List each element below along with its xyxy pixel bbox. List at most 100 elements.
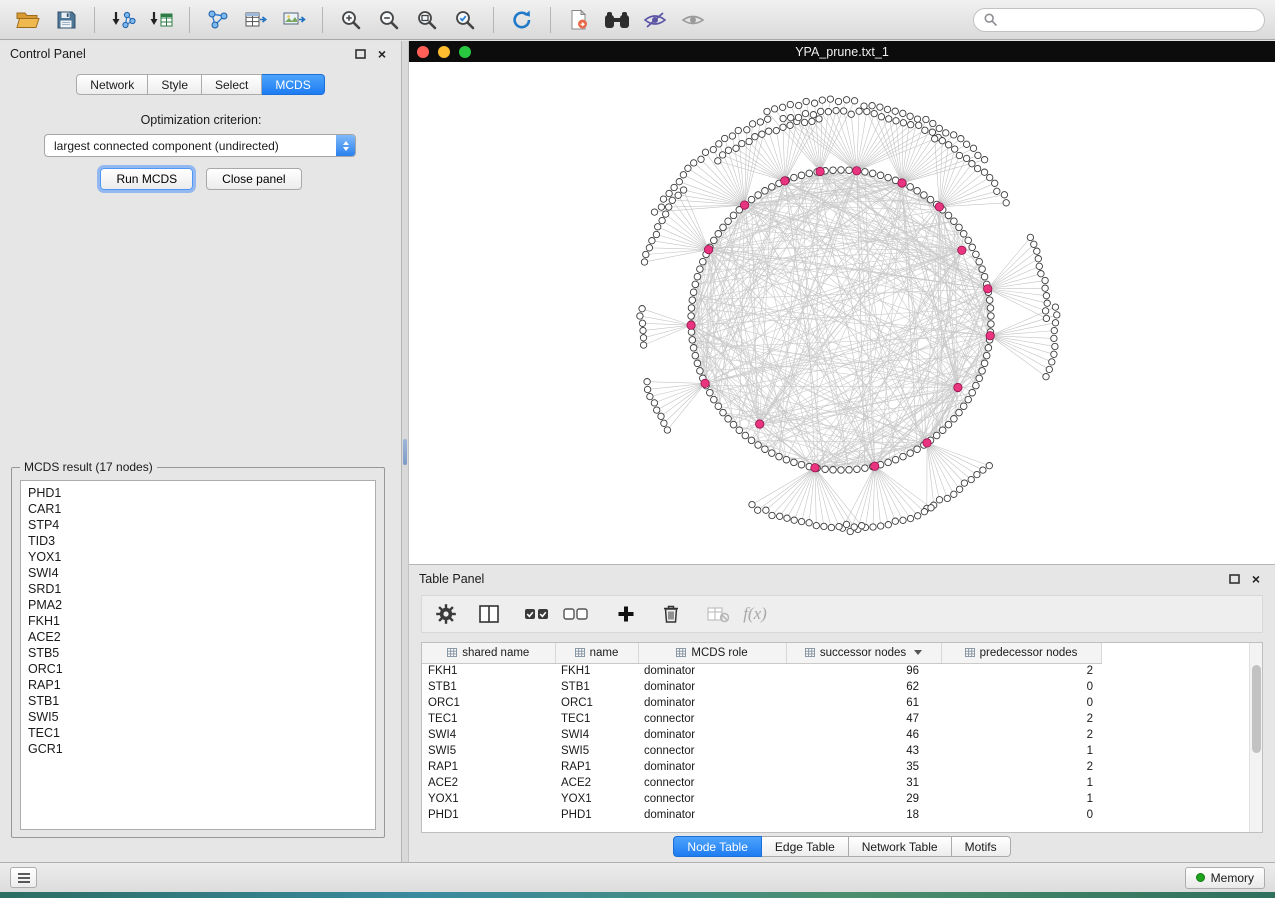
import-network-file-button[interactable] <box>105 5 141 35</box>
panel-splitter[interactable] <box>402 41 409 862</box>
mcds-node-item[interactable]: STB1 <box>28 693 368 709</box>
tab-node-table[interactable]: Node Table <box>673 836 762 857</box>
create-column-button[interactable] <box>614 601 638 627</box>
refresh-layout-button[interactable] <box>504 5 540 35</box>
network-titlebar: YPA_prune.txt_1 <box>409 41 1275 62</box>
table-row[interactable]: TEC1TEC1connector472 <box>422 711 1101 727</box>
mcds-node-item[interactable]: SWI4 <box>28 565 368 581</box>
mcds-node-item[interactable]: FKH1 <box>28 613 368 629</box>
search-network-button[interactable] <box>599 5 635 35</box>
mcds-node-item[interactable]: PHD1 <box>28 485 368 501</box>
mcds-node-item[interactable]: ACE2 <box>28 629 368 645</box>
mcds-node-item[interactable]: STP4 <box>28 517 368 533</box>
float-table-panel-icon[interactable] <box>1225 571 1243 587</box>
network-canvas[interactable] <box>409 62 1275 564</box>
mcds-node-item[interactable]: TEC1 <box>28 725 368 741</box>
table-row[interactable]: STB1STB1dominator620 <box>422 679 1101 695</box>
new-network-button[interactable] <box>200 5 236 35</box>
table-row[interactable]: PHD1PHD1dominator180 <box>422 807 1101 823</box>
export-table-button[interactable] <box>238 5 274 35</box>
close-table-panel-icon[interactable]: × <box>1247 571 1265 587</box>
mcds-node-item[interactable]: STB5 <box>28 645 368 661</box>
control-panel-tabs: Network Style Select MCDS <box>0 74 401 95</box>
network-view-window: YPA_prune.txt_1 <box>409 41 1275 564</box>
mcds-node-item[interactable]: TID3 <box>28 533 368 549</box>
tab-select[interactable]: Select <box>202 74 262 95</box>
toolbar-separator <box>189 7 190 33</box>
task-history-button[interactable] <box>10 867 37 888</box>
optimization-criterion-label: Optimization criterion: <box>0 113 402 127</box>
table-row[interactable]: ORC1ORC1dominator610 <box>422 695 1101 711</box>
zoom-in-button[interactable] <box>333 5 369 35</box>
open-file-button[interactable] <box>10 5 46 35</box>
gear-icon <box>435 603 457 625</box>
trash-icon <box>662 604 680 624</box>
close-panel-icon[interactable]: × <box>373 46 391 62</box>
column-header-mcds-role[interactable]: MCDS role <box>638 643 786 663</box>
zoom-in-icon <box>340 9 362 31</box>
mcds-buttons: Run MCDS Close panel <box>0 168 402 190</box>
zoom-out-button[interactable] <box>371 5 407 35</box>
save-session-button[interactable] <box>48 5 84 35</box>
toolbar-separator <box>493 7 494 33</box>
toolbar-separator <box>94 7 95 33</box>
document-share-icon <box>569 9 589 31</box>
delete-column-button[interactable] <box>659 601 683 627</box>
search-input[interactable] <box>1004 13 1254 27</box>
export-document-button[interactable] <box>561 5 597 35</box>
column-header-name[interactable]: name <box>555 643 638 663</box>
search-field[interactable] <box>973 8 1265 32</box>
export-image-button[interactable] <box>276 5 312 35</box>
minimize-window-icon[interactable] <box>438 46 450 58</box>
tab-network-table[interactable]: Network Table <box>849 836 952 857</box>
tab-network[interactable]: Network <box>76 74 148 95</box>
table-row[interactable]: ACE2ACE2connector311 <box>422 775 1101 791</box>
node-table: shared name name MCDS role successor nod… <box>422 643 1102 823</box>
zoom-fit-button[interactable] <box>409 5 445 35</box>
mcds-node-item[interactable]: SWI5 <box>28 709 368 725</box>
table-scrollbar[interactable] <box>1249 643 1262 832</box>
tab-edge-table[interactable]: Edge Table <box>762 836 849 857</box>
node-table-container: shared name name MCDS role successor nod… <box>421 642 1263 833</box>
mcds-node-item[interactable]: RAP1 <box>28 677 368 693</box>
float-panel-icon[interactable] <box>351 46 369 62</box>
table-scrollbar-thumb[interactable] <box>1252 665 1261 753</box>
mcds-node-item[interactable]: PMA2 <box>28 597 368 613</box>
tab-style[interactable]: Style <box>148 74 202 95</box>
status-bar: Memory <box>0 862 1275 892</box>
run-mcds-button[interactable]: Run MCDS <box>100 168 193 190</box>
mcds-node-item[interactable]: SRD1 <box>28 581 368 597</box>
maximize-window-icon[interactable] <box>459 46 471 58</box>
splitter-grip[interactable] <box>403 439 407 465</box>
import-table-file-button[interactable] <box>143 5 179 35</box>
close-panel-button[interactable]: Close panel <box>206 168 301 190</box>
mcds-node-item[interactable]: ORC1 <box>28 661 368 677</box>
column-header-successor-nodes[interactable]: successor nodes <box>786 643 941 663</box>
tab-motifs[interactable]: Motifs <box>952 836 1011 857</box>
tab-mcds[interactable]: MCDS <box>262 74 324 95</box>
zoom-selected-button[interactable] <box>447 5 483 35</box>
table-row[interactable]: SWI4SWI4dominator462 <box>422 727 1101 743</box>
node-table-body: FKH1FKH1dominator962STB1STB1dominator620… <box>422 663 1101 823</box>
mcds-result-title: MCDS result (17 nodes) <box>20 460 157 474</box>
mcds-node-item[interactable]: CAR1 <box>28 501 368 517</box>
table-toolbar: f(x) <box>421 595 1263 633</box>
close-window-icon[interactable] <box>417 46 429 58</box>
search-icon <box>984 13 997 26</box>
select-all-rows-button[interactable] <box>524 601 550 627</box>
hide-selected-button[interactable] <box>637 5 673 35</box>
deselect-all-rows-button[interactable] <box>563 601 589 627</box>
show-columns-button[interactable] <box>477 601 501 627</box>
table-settings-button[interactable] <box>434 601 458 627</box>
table-row[interactable]: YOX1YOX1connector291 <box>422 791 1101 807</box>
mcds-node-item[interactable]: GCR1 <box>28 741 368 757</box>
table-row[interactable]: FKH1FKH1dominator962 <box>422 663 1101 679</box>
mcds-node-item[interactable]: YOX1 <box>28 549 368 565</box>
column-header-shared-name[interactable]: shared name <box>422 643 555 663</box>
table-row[interactable]: RAP1RAP1dominator352 <box>422 759 1101 775</box>
memory-button[interactable]: Memory <box>1185 867 1265 889</box>
table-row[interactable]: SWI5SWI5connector431 <box>422 743 1101 759</box>
plus-icon <box>617 605 635 623</box>
column-header-predecessor-nodes[interactable]: predecessor nodes <box>941 643 1101 663</box>
criterion-select[interactable]: largest connected component (undirected) <box>44 134 356 157</box>
